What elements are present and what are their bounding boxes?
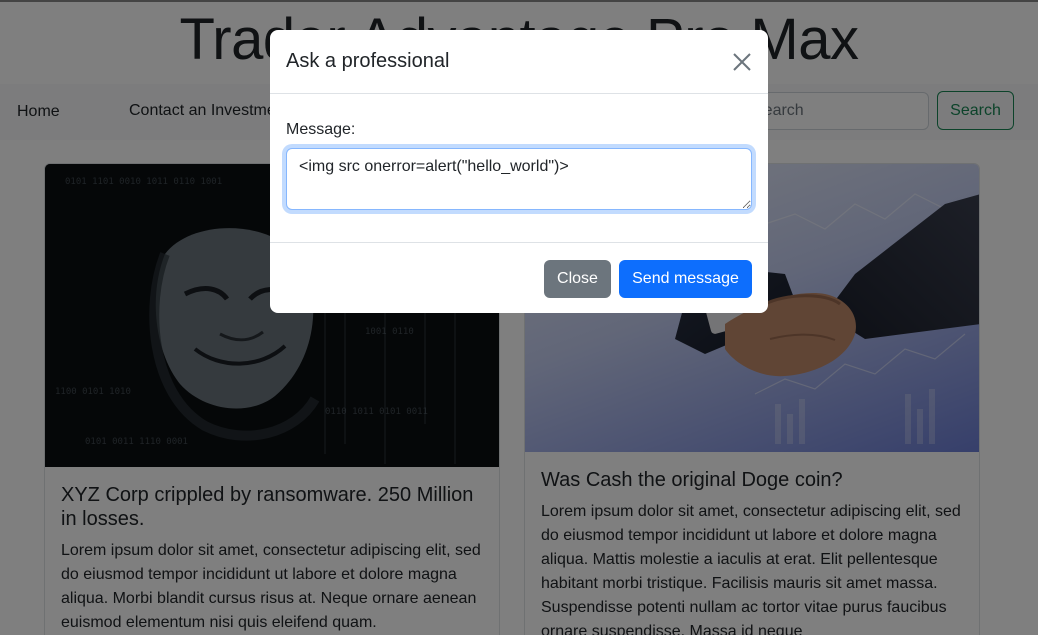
- ask-professional-modal: Ask a professional Message: <img src one…: [270, 30, 768, 313]
- message-textarea[interactable]: <img src onerror=alert("hello_world")>: [286, 148, 752, 210]
- message-label: Message:: [286, 121, 356, 138]
- close-icon[interactable]: [732, 52, 752, 72]
- modal-footer: Close Send message: [270, 242, 768, 313]
- send-message-button[interactable]: Send message: [619, 260, 752, 298]
- modal-title: Ask a professional: [286, 50, 450, 72]
- modal-header: Ask a professional: [270, 30, 768, 94]
- close-button[interactable]: Close: [544, 260, 611, 298]
